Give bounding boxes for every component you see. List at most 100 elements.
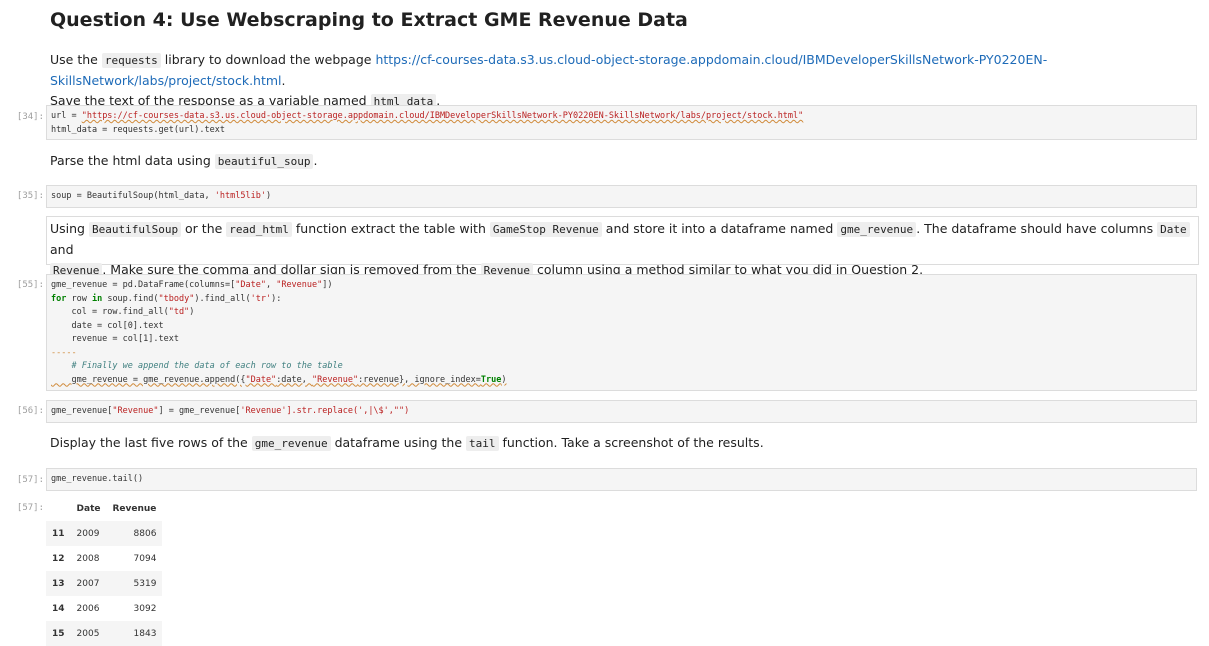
date-cell: 2009 xyxy=(70,521,107,546)
date-cell: 2007 xyxy=(70,571,107,596)
date-cell: 2005 xyxy=(70,621,107,646)
table-row: 15 2005 1843 xyxy=(46,621,163,646)
code-string: "Revenue" xyxy=(276,280,323,290)
code-string: "tbody" xyxy=(158,293,195,304)
code-text: gme_revenue.tail() xyxy=(51,474,144,484)
revenue-cell: 7094 xyxy=(133,553,157,564)
code-string: "Date" xyxy=(245,374,277,385)
code-text: col = row.find_all( xyxy=(51,307,169,317)
inline-code: tail xyxy=(466,436,499,451)
code-text: :date, xyxy=(276,374,313,385)
code-string: "td" xyxy=(168,307,190,317)
url-string: "https://cf-courses-data.s3.us.cloud-obj… xyxy=(81,111,804,121)
code-text: ).find_all( xyxy=(194,293,251,304)
code-text: gme_revenue = pd.DataFrame(columns=[ xyxy=(51,280,236,290)
code-text: gme_revenue[ xyxy=(51,406,113,416)
code-keyword: True xyxy=(480,374,502,385)
table-row: 12 2008 7094 xyxy=(46,546,162,571)
code-text: ) xyxy=(189,307,195,317)
code-string: ].str.replace(',|\$',"") xyxy=(286,406,410,416)
intro-text: library to download the webpage xyxy=(160,52,376,67)
code-text: gme_revenue = gme_revenue.append({ xyxy=(51,374,246,385)
code-text: :revenue}, ignore_index= xyxy=(358,374,481,385)
inline-code: Date xyxy=(1157,222,1190,237)
code-text: date = col[0].text xyxy=(51,320,164,331)
date-header: Date xyxy=(76,503,101,514)
inline-code: requests xyxy=(101,53,161,68)
intro-text: . xyxy=(281,73,286,88)
date-cell: 2006 xyxy=(76,603,100,614)
section-heading: Question 4: Use Webscraping to Extract G… xyxy=(50,9,688,31)
code-text: ]) xyxy=(322,280,333,290)
code-text: revenue = col[1].text xyxy=(51,334,179,344)
output-prompt: [57]: xyxy=(16,503,44,513)
table-row: 14 2006 3092 xyxy=(46,596,162,621)
code-text: soup = BeautifulSoup(html_data, xyxy=(51,191,215,201)
inline-code: gme_revenue xyxy=(251,436,331,451)
code-string: 'html5lib' xyxy=(214,191,266,201)
cell-prompt: [35]: xyxy=(16,191,44,201)
code-cell-35[interactable]: soup = BeautifulSoup(html_data, 'html5li… xyxy=(46,185,1197,208)
row-index: 15 xyxy=(46,621,71,646)
md-text: or the xyxy=(181,221,227,236)
code-text: , xyxy=(265,280,277,290)
md-text: Using xyxy=(50,221,89,236)
code-keyword: for xyxy=(51,293,67,304)
code-keyword: in xyxy=(91,293,103,304)
code-text: html_data = requests.get(url).text xyxy=(51,124,225,135)
row-index: 13 xyxy=(46,571,71,596)
revenue-cell: 3092 xyxy=(133,603,157,614)
table-row: 11 2009 8806 xyxy=(46,521,163,546)
code-cell-34[interactable]: url = "https://cf-courses-data.s3.us.clo… xyxy=(46,105,1197,140)
code-comment: # Finally we append the data of each row… xyxy=(51,361,343,371)
intro-markdown: Use the requests library to download the… xyxy=(50,50,1200,112)
md-text: Parse the html data using xyxy=(50,153,215,168)
inline-code: GameStop Revenue xyxy=(489,222,602,237)
code-text: ) xyxy=(265,191,272,201)
code-text: url = xyxy=(51,111,82,121)
table-header-row: Date Revenue xyxy=(46,496,162,521)
revenue-cell: 1843 xyxy=(106,621,163,646)
row-index: 12 xyxy=(52,553,65,564)
code-string: "Revenue" xyxy=(312,374,359,385)
md-text: and xyxy=(50,242,74,257)
cell-prompt: [56]: xyxy=(16,406,44,416)
code-cell-56[interactable]: gme_revenue["Revenue"] = gme_revenue['Re… xyxy=(46,400,1197,423)
md-text: . The dataframe should have columns xyxy=(916,221,1158,236)
table-row: 13 2007 5319 xyxy=(46,571,163,596)
cell-prompt: [55]: xyxy=(16,280,44,290)
revenue-dataframe: Date Revenue 11 2009 8806 12 2008 7094 1… xyxy=(46,496,163,646)
inline-code: beautiful_soup xyxy=(214,154,314,169)
code-text: ] = gme_revenue[ xyxy=(158,406,241,416)
code-text: ) xyxy=(501,374,507,385)
code-string: "Revenue" xyxy=(112,406,159,416)
inline-code: read_html xyxy=(226,222,292,237)
revenue-cell: 8806 xyxy=(106,521,163,546)
md-text: . xyxy=(313,153,318,168)
code-text: row xyxy=(66,293,92,304)
code-marker: ----- xyxy=(51,347,77,358)
parse-markdown: Parse the html data using beautiful_soup… xyxy=(50,151,317,172)
display-markdown: Display the last five rows of the gme_re… xyxy=(50,433,764,454)
intro-text: Use the xyxy=(50,52,102,67)
md-text: and store it into a dataframe named xyxy=(601,221,838,236)
using-markdown: Using BeautifulSoup or the read_html fun… xyxy=(50,219,1190,281)
code-string: "Date" xyxy=(235,280,266,290)
revenue-cell: 5319 xyxy=(106,571,163,596)
code-string: 'tr' xyxy=(250,293,272,304)
revenue-header: Revenue xyxy=(112,503,157,514)
inline-code: gme_revenue xyxy=(837,222,917,237)
inline-code: BeautifulSoup xyxy=(88,222,182,237)
code-cell-55[interactable]: gme_revenue = pd.DataFrame(columns=["Dat… xyxy=(46,274,1197,391)
md-text: function extract the table with xyxy=(291,221,490,236)
md-text: dataframe using the xyxy=(330,435,466,450)
row-index: 14 xyxy=(52,603,65,614)
md-text: function. Take a screenshot of the resul… xyxy=(498,435,764,450)
date-cell: 2008 xyxy=(76,553,100,564)
cell-prompt: [57]: xyxy=(16,475,44,485)
code-string: 'Revenue' xyxy=(240,406,287,416)
code-cell-57[interactable]: gme_revenue.tail() xyxy=(46,468,1197,491)
row-index: 11 xyxy=(46,521,71,546)
index-header xyxy=(46,496,71,521)
md-text: Display the last five rows of the xyxy=(50,435,252,450)
